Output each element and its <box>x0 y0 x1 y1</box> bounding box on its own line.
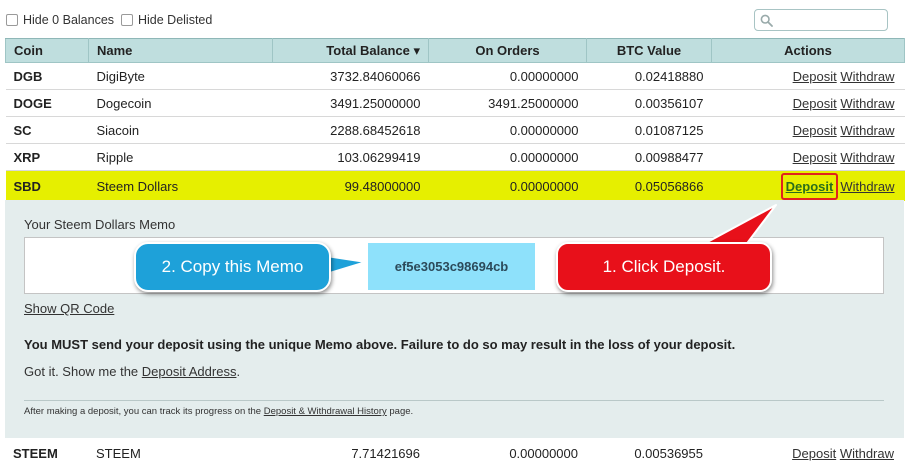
copy-memo-callout: 2. Copy this Memo <box>134 242 331 292</box>
click-deposit-callout: 1. Click Deposit. <box>556 242 772 292</box>
callout-pointers <box>319 204 777 277</box>
